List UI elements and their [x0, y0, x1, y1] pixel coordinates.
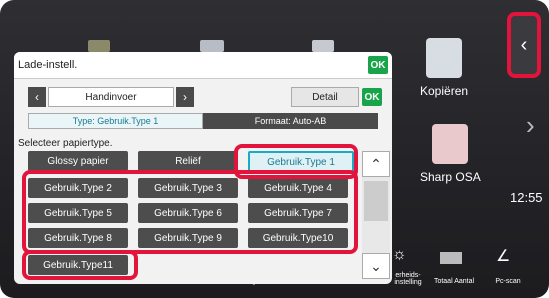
next-source-button[interactable]: ›: [176, 87, 194, 107]
sharp-osa-app[interactable]: Sharp OSA: [420, 124, 481, 184]
sharp-osa-icon: [432, 124, 469, 164]
device-screen: Kopiëren Sharp OSA › ‹ 12:55 handleiding…: [0, 0, 549, 298]
pc-scan-icon[interactable]: ∠: [496, 246, 518, 266]
paper-type-button[interactable]: Gebruik.Type 3: [138, 178, 238, 198]
tab-type[interactable]: Type: Gebruik.Type 1: [28, 113, 203, 129]
scrollbar[interactable]: ⌃ ⌄: [362, 151, 390, 279]
dialog-title: Lade-instell.: [18, 59, 78, 71]
chevron-right-icon[interactable]: ›: [526, 110, 535, 141]
chevron-left-icon: ‹: [520, 33, 528, 56]
paper-type-button[interactable]: Gebruik.Type 7: [248, 203, 348, 223]
detail-button[interactable]: Detail: [291, 87, 359, 107]
paper-source-field: Handinvoer: [48, 87, 174, 107]
paper-type-button[interactable]: Gebruik.Type10: [248, 228, 348, 248]
tab-size[interactable]: Formaat: Auto-AB: [203, 113, 378, 129]
chevron-up-icon[interactable]: ⌃: [362, 151, 390, 177]
ok-button[interactable]: OK: [368, 56, 388, 74]
paper-type-button[interactable]: Gebruik.Type 2: [28, 178, 128, 198]
paper-type-button[interactable]: Reliëf: [138, 151, 238, 171]
copy-app-label: Kopiëren: [420, 84, 469, 98]
settings-icon[interactable]: ☼: [392, 246, 414, 266]
app-icon-partial: [88, 40, 110, 52]
scroll-thumb[interactable]: [364, 181, 388, 221]
app-icon-partial: [312, 40, 334, 52]
select-paper-type-prompt: Selecteer papiertype.: [18, 138, 113, 149]
paper-type-button[interactable]: Glossy papier: [28, 151, 128, 171]
paper-type-button-selected[interactable]: Gebruik.Type 1: [248, 151, 354, 173]
paper-type-button[interactable]: Gebruik.Type11: [28, 255, 128, 275]
paper-source-bar: ‹ Handinvoer › Detail OK: [28, 87, 382, 107]
tray-settings-dialog: Lade-instell. OK ‹ Handinvoer › Detail O…: [14, 52, 392, 284]
paper-type-button[interactable]: Gebruik.Type 4: [248, 178, 348, 198]
paper-type-button[interactable]: Gebruik.Type 8: [28, 228, 128, 248]
side-panel-toggle[interactable]: ‹: [507, 12, 541, 78]
previous-source-button[interactable]: ‹: [28, 87, 46, 107]
tab-bar: Type: Gebruik.Type 1 Formaat: Auto-AB: [28, 113, 378, 129]
chevron-down-icon[interactable]: ⌄: [362, 253, 390, 279]
source-ok-button[interactable]: OK: [362, 88, 382, 106]
copy-app[interactable]: Kopiëren: [420, 38, 468, 98]
dialog-title-bar: Lade-instell. OK: [14, 52, 392, 79]
bottom-label-settings: erheids- instelling: [394, 272, 422, 286]
bottom-label-counter: Totaal Aantal: [433, 278, 475, 285]
sharp-osa-label: Sharp OSA: [420, 170, 481, 184]
app-icon-partial: [200, 40, 224, 52]
paper-type-button[interactable]: Gebruik.Type 5: [28, 203, 128, 223]
bottom-label-pcscan: Pc-scan: [495, 278, 521, 285]
copy-icon: [426, 38, 463, 78]
paper-type-button[interactable]: Gebruik.Type 6: [138, 203, 238, 223]
clock: 12:55: [510, 190, 543, 205]
paper-type-button[interactable]: Gebruik.Type 9: [138, 228, 238, 248]
counter-icon[interactable]: [440, 252, 462, 264]
